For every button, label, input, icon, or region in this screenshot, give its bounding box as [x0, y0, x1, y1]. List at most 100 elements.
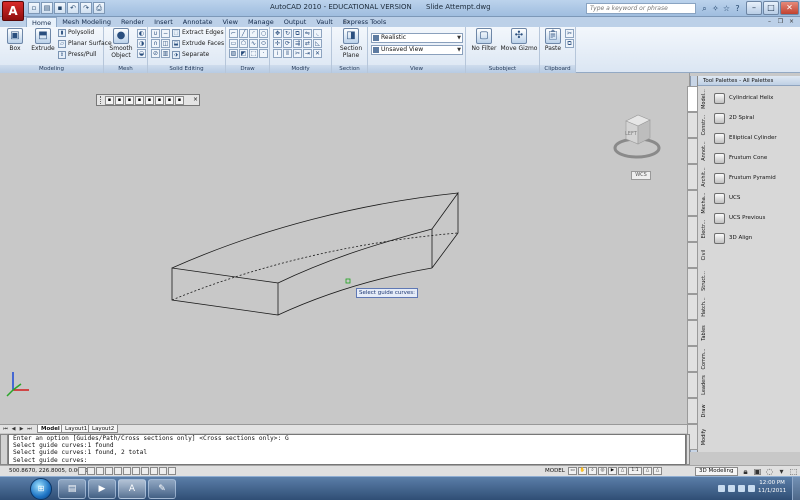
search-icon[interactable]: ⌕ — [699, 3, 710, 14]
new-icon[interactable]: ▫ — [28, 2, 40, 14]
coordinate-readout[interactable]: 500.8670, 226.8005, 0.0000 — [9, 467, 88, 476]
paste-button[interactable]: 📋︎ Paste — [543, 28, 563, 52]
panel-title-clipboard[interactable]: Clipboard — [540, 65, 575, 73]
model-space-toggle[interactable]: MODEL — [545, 467, 565, 476]
tray-flag-icon[interactable] — [718, 485, 725, 492]
chamfer-icon[interactable]: ◺ — [313, 39, 322, 48]
toolbar-tool-7-icon[interactable]: ▪ — [165, 95, 174, 105]
toolbar-grip[interactable] — [100, 96, 103, 104]
polygon-icon[interactable]: ⬠ — [239, 39, 248, 48]
tab-vault[interactable]: Vault — [311, 17, 337, 27]
ellipse-icon[interactable]: ⬭ — [259, 39, 268, 48]
application-menu-button[interactable]: A — [2, 1, 24, 21]
auto-scale-icon[interactable]: △ — [653, 467, 662, 475]
tab-insert[interactable]: Insert — [149, 17, 178, 27]
search-input[interactable]: Type a keyword or phrase — [586, 3, 696, 14]
tab-annotate[interactable]: Annotate — [178, 17, 218, 27]
palette-tab-mechanical[interactable]: Mecha... — [687, 190, 707, 216]
tab-view[interactable]: View — [218, 17, 243, 27]
start-button[interactable]: ⊞ — [30, 478, 52, 500]
rectangle-icon[interactable]: ▭ — [229, 39, 238, 48]
panel-title-modify[interactable]: Modify — [270, 65, 331, 73]
ortho-mode-icon[interactable] — [96, 467, 104, 475]
quick-properties-icon[interactable] — [168, 467, 176, 475]
3d-align-icon[interactable]: ⇶ — [293, 39, 302, 48]
extract-edges-button[interactable]: ⬚ Extract Edges — [172, 28, 224, 38]
showmotion-icon[interactable]: ▶ — [608, 467, 617, 475]
show-desktop-button[interactable] — [792, 477, 800, 500]
print-icon[interactable]: ⎙ — [93, 2, 105, 14]
palette-tab-structural[interactable]: Struct... — [687, 268, 707, 294]
communication-center-icon[interactable]: ✧ — [710, 3, 721, 14]
box-button[interactable]: ▣ Box — [5, 28, 25, 52]
favorites-icon[interactable]: ☆ — [721, 3, 732, 14]
save-icon[interactable]: ▪ — [54, 2, 66, 14]
wcs-menu[interactable]: WCS — [631, 171, 651, 180]
last-tab-arrow-icon[interactable]: ⏭ — [26, 425, 33, 433]
erase-icon[interactable]: ✕ — [313, 49, 322, 58]
fillet-icon[interactable]: ◟ — [313, 29, 322, 38]
command-line-scrollbar[interactable] — [686, 434, 690, 465]
lineweight-icon[interactable] — [159, 467, 167, 475]
autocad-taskbar-icon[interactable]: A — [118, 479, 146, 499]
panel-title-modeling[interactable]: Modeling — [0, 65, 103, 73]
tab-render[interactable]: Render — [116, 17, 149, 27]
system-clock[interactable]: 12:00 PM 11/1/2011 — [758, 479, 786, 495]
extrude-button[interactable]: ⬒ Extrude — [30, 28, 56, 52]
panel-title-solid-editing[interactable]: Solid Editing — [148, 65, 225, 73]
dynamic-input-icon[interactable] — [150, 467, 158, 475]
media-player-taskbar-icon[interactable]: ▶ — [88, 479, 116, 499]
mesh-smooth-less-icon[interactable]: ◑ — [137, 39, 146, 48]
tray-volume-icon[interactable] — [738, 485, 745, 492]
close-button[interactable]: ✕ — [780, 1, 799, 15]
extrude-faces-button[interactable]: ⬓ Extrude Faces — [172, 39, 224, 49]
spline-icon[interactable]: ∿ — [249, 39, 258, 48]
polysolid-button[interactable]: ▮ Polysolid — [58, 28, 94, 38]
toolbar-tool-8-icon[interactable]: ▪ — [175, 95, 184, 105]
toolbar-tool-6-icon[interactable]: ▪ — [155, 95, 164, 105]
viewcube[interactable]: LEFT — [612, 108, 662, 163]
arc-icon[interactable]: ◜ — [249, 29, 258, 38]
3d-rotate-icon[interactable]: ⟳ — [283, 39, 292, 48]
minimize-button[interactable]: – — [746, 1, 762, 15]
open-icon[interactable]: ▤ — [41, 2, 53, 14]
workspace-switcher[interactable]: 3D Modeling — [695, 467, 738, 476]
drawing-canvas[interactable] — [0, 73, 690, 425]
layout-view-icon[interactable]: ▭ — [568, 467, 577, 475]
move-gizmo-button[interactable]: ✣ Move Gizmo — [500, 28, 538, 52]
toolbar-tool-1-icon[interactable]: ▪ — [105, 95, 114, 105]
paint-taskbar-icon[interactable]: ✎ — [148, 479, 176, 499]
toolbar-tool-4-icon[interactable]: ▪ — [135, 95, 144, 105]
annotation-scale-icon[interactable]: △ — [618, 467, 627, 475]
mesh-refine-icon[interactable]: ◒ — [137, 49, 146, 58]
region-icon[interactable]: ◩ — [239, 49, 248, 58]
palette-tab-modeling[interactable]: Model... — [687, 86, 707, 112]
object-snap-tracking-icon[interactable] — [132, 467, 140, 475]
palette-tab-tables[interactable]: Tables — [687, 320, 707, 346]
separate-button[interactable]: ⬗ Separate — [172, 50, 209, 60]
palette-tab-electrical[interactable]: Electr... — [687, 216, 707, 242]
layout-tab-layout1[interactable]: Layout1 — [61, 425, 92, 433]
command-prompt[interactable]: Select guide curves: — [13, 457, 681, 464]
interfere-icon[interactable]: ◫ — [161, 39, 170, 48]
snap-mode-icon[interactable] — [78, 467, 86, 475]
palette-tab-constraints[interactable]: Constr... — [687, 112, 707, 138]
mesh-smooth-more-icon[interactable]: ◐ — [137, 29, 146, 38]
explorer-taskbar-icon[interactable]: ▤ — [58, 479, 86, 499]
union-icon[interactable]: ∪ — [151, 29, 160, 38]
3d-mirror-icon[interactable]: ⇄ — [303, 39, 312, 48]
hatch-icon[interactable]: ▨ — [229, 49, 238, 58]
visual-style-dropdown[interactable]: Realistic ▼ — [371, 33, 463, 43]
annotation-visibility-icon[interactable]: △ — [643, 467, 652, 475]
help-icon[interactable]: ? — [732, 3, 743, 14]
palette-tab-command[interactable]: Comm... — [687, 346, 707, 372]
panel-title-draw[interactable]: Draw — [226, 65, 269, 73]
named-view-dropdown[interactable]: Unsaved View ▼ — [371, 45, 463, 55]
presspull-button[interactable]: ⇕ Press/Pull — [58, 50, 96, 60]
drawing-viewport[interactable]: ▪ ▪ ▪ ▪ ▪ ▪ ▪ ▪ × Select guide curves: L… — [0, 73, 690, 433]
palette-tab-leaders[interactable]: Leaders — [687, 372, 707, 398]
tab-manage[interactable]: Manage — [243, 17, 279, 27]
floating-toolbar[interactable]: ▪ ▪ ▪ ▪ ▪ ▪ ▪ ▪ × — [96, 94, 200, 106]
tool-ucs-previous[interactable]: UCS Previous — [711, 208, 799, 228]
zoom-icon[interactable]: ⌕ — [588, 467, 597, 475]
